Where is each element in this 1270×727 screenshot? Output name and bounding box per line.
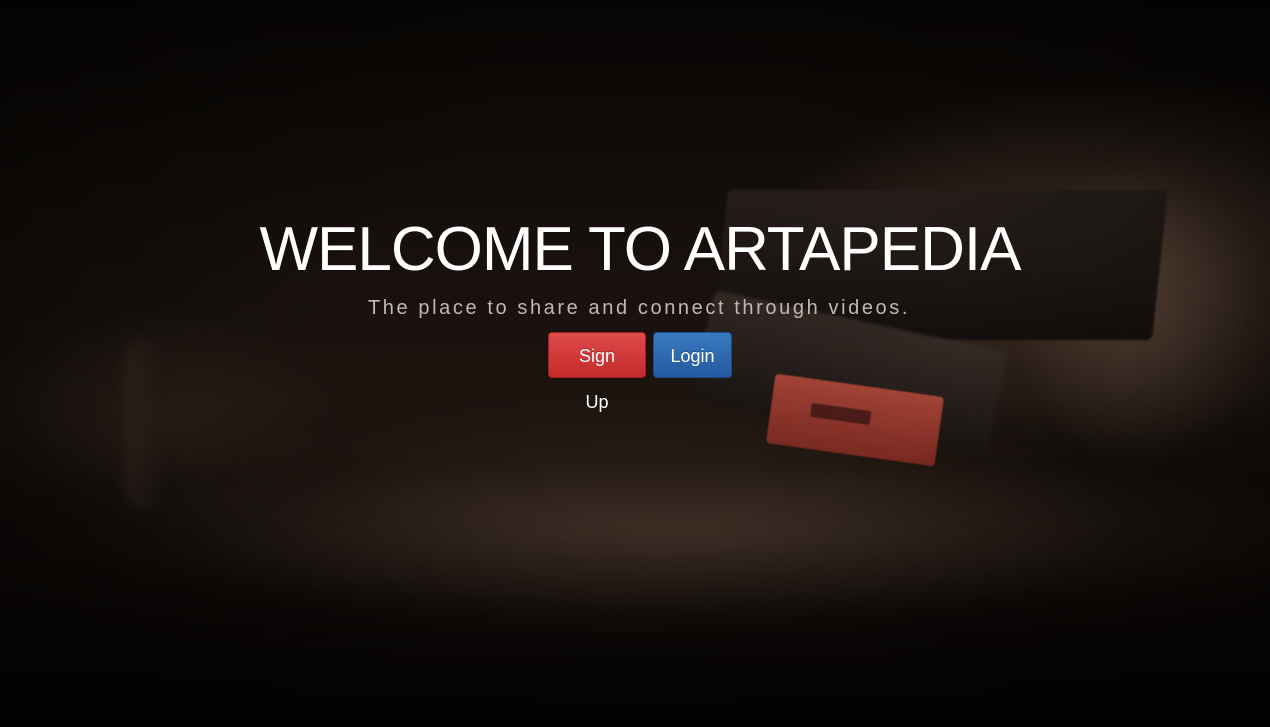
hero-subtitle: The place to share and connect through v…: [367, 297, 911, 319]
login-button[interactable]: Login: [653, 332, 732, 378]
background-post-image: [125, 340, 165, 510]
background-record-image: [0, 470, 1270, 630]
hero-section: WELCOME TO ARTAPEDIA The place to share …: [0, 0, 1270, 727]
hero-actions: Sign Up Login: [548, 332, 732, 412]
hero-title: WELCOME TO ARTAPEDIA: [259, 215, 1022, 284]
cartridge-label-shape: [810, 402, 872, 426]
signup-button[interactable]: Sign Up: [548, 332, 646, 412]
